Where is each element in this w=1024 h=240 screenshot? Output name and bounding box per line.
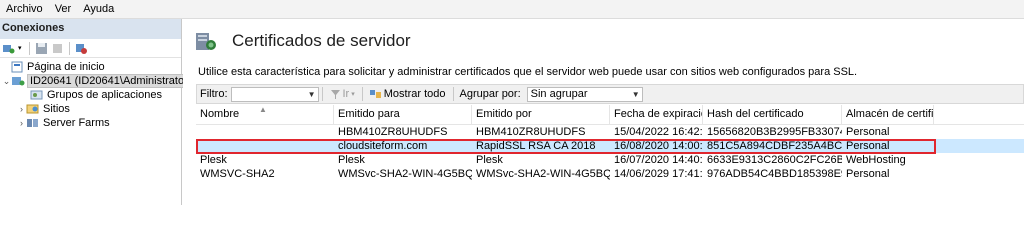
filter-separator (452, 87, 454, 101)
chevron-down-icon: ▾ (351, 91, 355, 98)
menu-ayuda[interactable]: Ayuda (77, 0, 120, 19)
certificates-table: Nombre ▲ Emitido para Emitido por Fecha … (196, 105, 1024, 181)
filter-bar: Filtro: ▼ Ir ▾ Mostrar todo Agrupar por:… (196, 84, 1024, 104)
server-certificates-icon (193, 29, 218, 54)
filter-separator (321, 87, 323, 101)
connections-title: Conexiones (0, 19, 181, 39)
column-header-almacen[interactable]: Almacén de certifi... (842, 105, 934, 124)
save-icon[interactable] (35, 42, 48, 55)
tree-item-sites[interactable]: › Sitios (17, 102, 70, 116)
funnel-icon (330, 89, 340, 99)
tree-item-app-pools[interactable]: Grupos de aplicaciones (30, 88, 162, 102)
disconnect-icon[interactable] (75, 42, 88, 55)
app-pools-icon (30, 89, 44, 101)
expand-icon[interactable]: › (17, 104, 26, 114)
chevron-down-icon: ▼ (307, 89, 316, 99)
sort-icon: ▲ (259, 105, 267, 114)
toolbar-separator (29, 41, 30, 55)
table-row[interactable]: Plesk Plesk Plesk 16/07/2020 14:40:04 66… (196, 153, 1024, 167)
page-title: Certificados de servidor (232, 31, 411, 50)
filter-input[interactable]: ▼ (230, 86, 319, 102)
column-header-emitido-por[interactable]: Emitido por (472, 105, 610, 124)
server-icon (11, 75, 25, 87)
column-header-fecha-expiracion[interactable]: Fecha de expiración (610, 105, 703, 124)
filter-label: Filtro: (200, 88, 228, 100)
expand-icon[interactable]: › (17, 118, 26, 128)
table-header: Nombre ▲ Emitido para Emitido por Fecha … (196, 105, 1024, 125)
menu-archivo[interactable]: Archivo (0, 0, 49, 19)
group-by-select[interactable]: Sin agrupar ▼ (526, 86, 643, 102)
up-level-icon[interactable] (51, 42, 64, 55)
filter-separator (361, 87, 363, 101)
main-content: Certificados de servidor Utilice esta ca… (183, 19, 1024, 205)
tree-item-server[interactable]: ⌄ ID20641 (ID20641\Administrator) (2, 74, 195, 88)
table-row[interactable]: HBM410ZR8UHUDFS HBM410ZR8UHUDFS 15/04/20… (196, 125, 1024, 139)
tree-item-start-page[interactable]: Página de inicio (10, 60, 105, 74)
collapse-icon[interactable]: ⌄ (2, 76, 11, 87)
dropdown-arrow-icon[interactable]: ▾ (18, 42, 24, 55)
group-by-label: Agrupar por: (459, 88, 521, 100)
menu-bar: Archivo Ver Ayuda (0, 0, 1024, 19)
page-description: Utilice esta característica para solicit… (198, 66, 858, 78)
show-all-button[interactable]: Mostrar todo (366, 88, 450, 100)
table-row[interactable]: WMSVC-SHA2 WMSvc-SHA2-WIN-4G5BQ11... WMS… (196, 167, 1024, 181)
connections-pane: Conexiones ▾ Página de inicio ⌄ ID20641 … (0, 19, 195, 205)
toolbar-separator (69, 41, 70, 55)
go-button[interactable]: Ir ▾ (326, 88, 359, 100)
connect-icon[interactable] (2, 42, 15, 55)
sites-icon (26, 103, 40, 115)
column-header-nombre[interactable]: Nombre ▲ (196, 105, 334, 124)
table-row-selected[interactable]: cloudsiteform.com RapidSSL RSA CA 2018 1… (196, 139, 1024, 154)
menu-ver[interactable]: Ver (49, 0, 78, 19)
tree-item-server-farms[interactable]: › Server Farms (17, 116, 110, 130)
connections-toolbar: ▾ (0, 39, 181, 58)
chevron-down-icon: ▼ (631, 89, 640, 99)
column-header-hash[interactable]: Hash del certificado (703, 105, 842, 124)
show-all-icon (369, 89, 381, 98)
server-farms-icon (26, 117, 40, 129)
home-page-icon (10, 61, 24, 73)
column-header-emitido-para[interactable]: Emitido para (334, 105, 472, 124)
